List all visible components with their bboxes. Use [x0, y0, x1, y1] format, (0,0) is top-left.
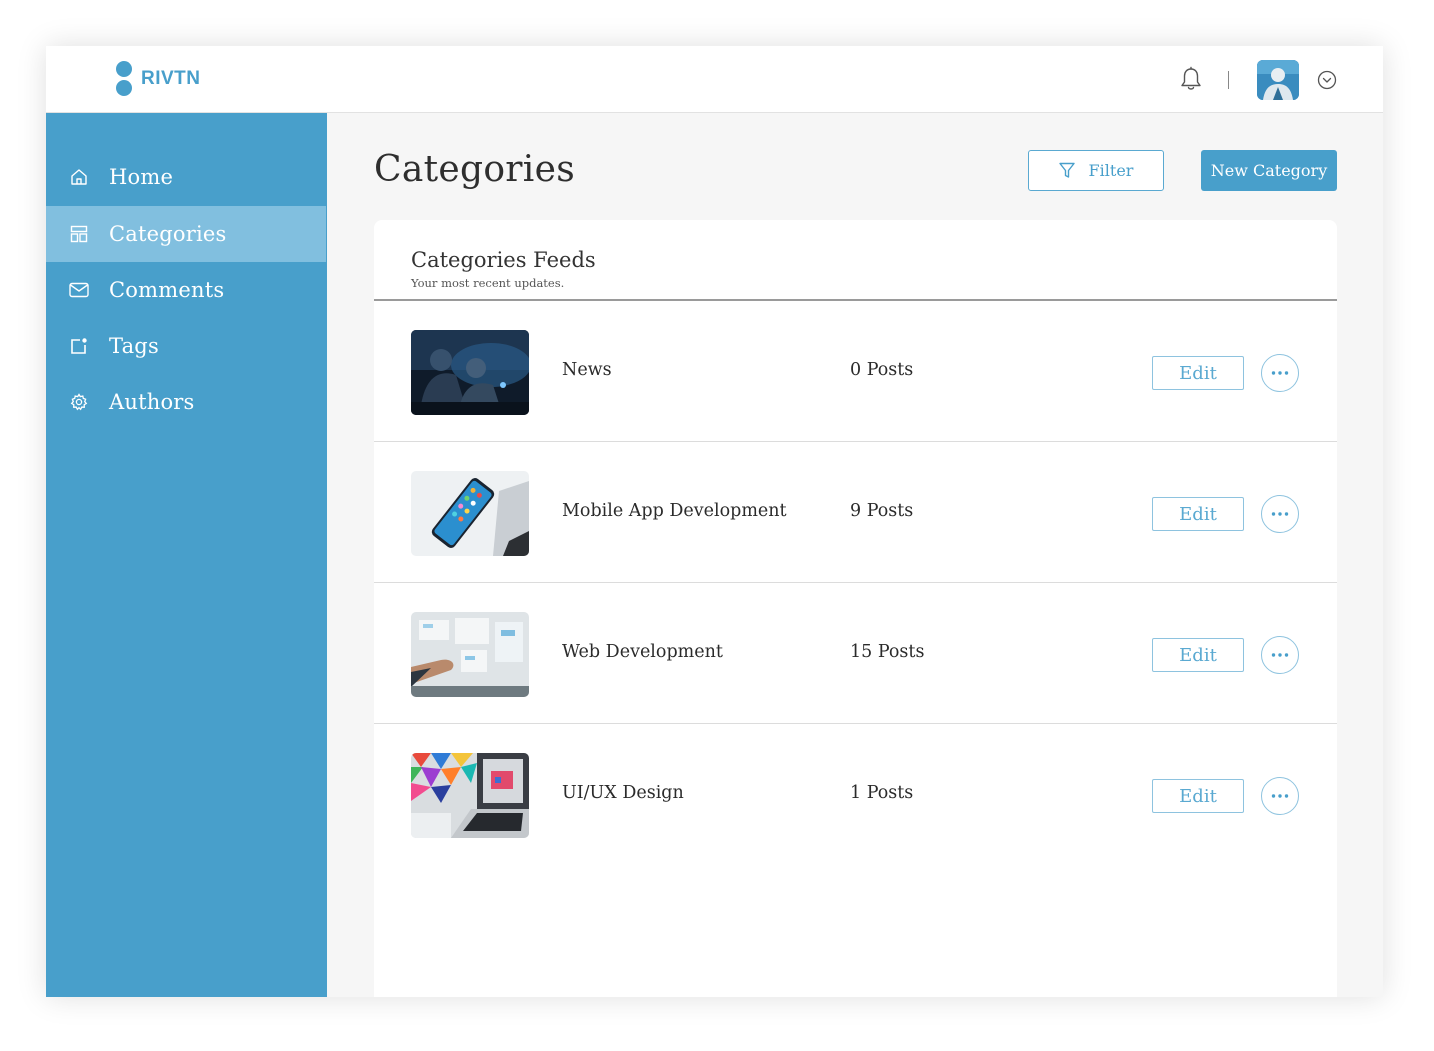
more-options-button[interactable]: [1261, 354, 1299, 392]
card-header: Categories Feeds Your most recent update…: [411, 248, 596, 290]
category-name: News: [562, 360, 612, 380]
ellipsis-icon: [1271, 794, 1289, 798]
edit-button[interactable]: Edit: [1152, 779, 1244, 813]
edit-button[interactable]: Edit: [1152, 638, 1244, 672]
categories-feed-card: Categories Feeds Your most recent update…: [374, 220, 1337, 997]
chevron-down-icon[interactable]: [1317, 70, 1337, 90]
card-title: Categories Feeds: [411, 248, 596, 272]
more-options-button[interactable]: [1261, 636, 1299, 674]
category-thumbnail: [411, 753, 529, 838]
filter-button[interactable]: Filter: [1028, 150, 1164, 191]
category-thumbnail: [411, 330, 529, 415]
new-category-button[interactable]: New Category: [1201, 150, 1337, 191]
gear-icon: [69, 392, 89, 412]
mail-icon: [69, 280, 89, 300]
category-name: Mobile App Development: [562, 501, 787, 521]
ellipsis-icon: [1271, 512, 1289, 516]
ellipsis-icon: [1271, 653, 1289, 657]
table-row: Mobile App Development 9 Posts Edit: [374, 442, 1337, 583]
edit-button[interactable]: Edit: [1152, 497, 1244, 531]
more-options-button[interactable]: [1261, 495, 1299, 533]
brand-name: RIVTN: [141, 68, 201, 89]
sidebar-item-categories[interactable]: Categories: [46, 206, 326, 262]
sidebar: Home Categories Comments Tags Authors: [46, 113, 327, 997]
page-title: Categories: [374, 149, 575, 190]
app-window: RIVTN Home Categories Comments Tags Auth…: [46, 46, 1383, 997]
post-count: 9 Posts: [850, 501, 914, 521]
sidebar-item-tags[interactable]: Tags: [46, 318, 327, 374]
sidebar-item-label: Comments: [109, 278, 225, 302]
ellipsis-icon: [1271, 371, 1289, 375]
layout-icon: [69, 224, 89, 244]
sidebar-item-comments[interactable]: Comments: [46, 262, 327, 318]
table-row: UI/UX Design 1 Posts Edit: [374, 724, 1337, 865]
sidebar-item-label: Authors: [109, 390, 195, 414]
filter-icon: [1058, 162, 1075, 178]
card-subtitle: Your most recent updates.: [411, 276, 565, 290]
top-bar: RIVTN: [46, 46, 1383, 113]
tag-icon: [69, 336, 89, 356]
sidebar-item-authors[interactable]: Authors: [46, 374, 327, 430]
category-name: Web Development: [562, 642, 723, 662]
post-count: 15 Posts: [850, 642, 925, 662]
table-row: Web Development 15 Posts Edit: [374, 583, 1337, 724]
home-icon: [69, 167, 89, 187]
category-thumbnail: [411, 471, 529, 556]
edit-button[interactable]: Edit: [1152, 356, 1244, 390]
table-row: News 0 Posts Edit: [374, 301, 1337, 442]
sidebar-item-label: Tags: [109, 334, 159, 358]
avatar[interactable]: [1257, 60, 1299, 100]
sidebar-item-label: Categories: [109, 222, 227, 246]
more-options-button[interactable]: [1261, 777, 1299, 815]
post-count: 1 Posts: [850, 783, 914, 803]
logo[interactable]: RIVTN: [114, 60, 201, 98]
category-thumbnail: [411, 612, 529, 697]
sidebar-item-home[interactable]: Home: [46, 149, 327, 205]
logo-icon: [114, 60, 134, 98]
filter-label: Filter: [1088, 161, 1134, 180]
category-name: UI/UX Design: [562, 783, 684, 803]
bell-icon[interactable]: [1179, 66, 1203, 92]
post-count: 0 Posts: [850, 360, 914, 380]
sidebar-item-label: Home: [109, 165, 174, 189]
header-divider: [1228, 71, 1229, 89]
new-category-label: New Category: [1210, 161, 1328, 180]
